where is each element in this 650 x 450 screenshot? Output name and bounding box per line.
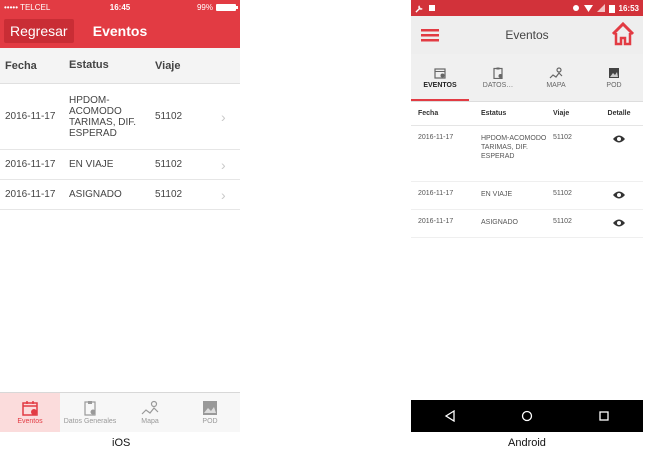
calendar-icon bbox=[22, 401, 38, 416]
android-nav-bar bbox=[411, 400, 643, 432]
row-viaje: 51102 bbox=[553, 190, 572, 197]
battery-icon bbox=[215, 3, 238, 11]
row-estatus: EN VIAJE bbox=[481, 191, 513, 198]
tab-mapa[interactable]: Mapa bbox=[120, 393, 180, 432]
tab-eventos[interactable]: Eventos bbox=[0, 393, 60, 432]
tab-label: Eventos bbox=[17, 418, 43, 425]
image-icon bbox=[203, 401, 217, 415]
battery-percent: 99% bbox=[196, 2, 213, 12]
caption-ios: iOS bbox=[112, 437, 131, 449]
ios-tab-bar: Eventos Datos Generales Mapa POD bbox=[0, 392, 240, 432]
table-row: 2016-11-17 HPDOM-ACOMODO TARIMAS, DIF. E… bbox=[411, 126, 643, 182]
hamburger-menu-icon[interactable] bbox=[421, 28, 439, 42]
status-time: 16:45 bbox=[109, 2, 131, 12]
column-detalle: Detalle bbox=[607, 110, 631, 117]
row-estatus: ASIGNADO bbox=[69, 189, 122, 200]
row-viaje: 51102 bbox=[553, 134, 572, 141]
android-status-bar: 16:53 bbox=[411, 0, 643, 16]
table-header: Fecha Estatus Viaje bbox=[0, 48, 240, 84]
eye-icon[interactable] bbox=[612, 134, 626, 144]
table-row[interactable]: 2016-11-17 HPDOM-ACOMODO TARIMAS, DIF. E… bbox=[0, 84, 240, 150]
tab-label: POD bbox=[202, 418, 218, 425]
eye-icon[interactable] bbox=[612, 218, 626, 228]
column-viaje: Viaje bbox=[553, 110, 570, 117]
back-button[interactable]: Regresar bbox=[4, 19, 74, 43]
page-title: Eventos bbox=[505, 28, 549, 42]
tab-datos-generales[interactable]: Datos Generales bbox=[60, 393, 120, 432]
row-estatus: HPDOM-ACOMODO TARIMAS, DIF. ESPERAD bbox=[69, 94, 137, 139]
table-row: 2016-11-17 EN VIAJE 51102 bbox=[411, 182, 643, 210]
map-icon bbox=[141, 400, 159, 415]
tab-pod[interactable]: POD bbox=[180, 393, 240, 432]
row-estatus: EN VIAJE bbox=[69, 159, 114, 170]
row-viaje: 51102 bbox=[553, 218, 572, 225]
caption-android: Android bbox=[508, 437, 546, 449]
row-viaje: 51102 bbox=[155, 111, 183, 122]
image-icon bbox=[609, 67, 619, 78]
column-estatus: Estatus bbox=[481, 110, 507, 117]
column-fecha: Fecha bbox=[5, 59, 37, 72]
android-tab-bar: EVENTOS DATOS… MAPA POD bbox=[411, 54, 643, 102]
row-viaje: 51102 bbox=[155, 189, 183, 200]
row-fecha: 2016-11-17 bbox=[5, 189, 56, 200]
android-toolbar: Eventos bbox=[411, 16, 643, 54]
notification-icon bbox=[429, 5, 435, 11]
row-fecha: 2016-11-17 bbox=[418, 190, 454, 197]
android-screen: 16:53 Eventos EVENTOS DATOS… MAPA POD Fe… bbox=[411, 0, 643, 432]
back-nav-icon[interactable] bbox=[444, 410, 456, 422]
ios-screen: ••••• TELCEL 16:45 99% Regresar Eventos … bbox=[0, 0, 240, 432]
row-estatus: HPDOM-ACOMODO TARIMAS, DIF. ESPERAD bbox=[481, 135, 547, 160]
vibrate-icon bbox=[572, 5, 579, 11]
column-viaje: Viaje bbox=[155, 59, 181, 72]
tab-mapa[interactable]: MAPA bbox=[527, 54, 585, 101]
table-row[interactable]: 2016-11-17 ASIGNADO 51102 › bbox=[0, 180, 240, 210]
ios-status-bar: ••••• TELCEL 16:45 99% bbox=[0, 0, 240, 14]
column-fecha: Fecha bbox=[418, 110, 439, 117]
wrench-icon bbox=[415, 4, 423, 13]
tab-label: POD bbox=[606, 81, 622, 89]
table-row: 2016-11-17 ASIGNADO 51102 bbox=[411, 210, 643, 238]
table-row[interactable]: 2016-11-17 EN VIAJE 51102 › bbox=[0, 150, 240, 180]
row-fecha: 2016-11-17 bbox=[418, 134, 454, 141]
tab-pod[interactable]: POD bbox=[585, 54, 643, 101]
clipboard-icon bbox=[493, 67, 503, 79]
table-header: Fecha Estatus Viaje Detalle bbox=[411, 102, 643, 126]
signal-icon bbox=[596, 4, 605, 12]
tab-label: EVENTOS bbox=[423, 81, 457, 89]
battery-icon bbox=[608, 4, 615, 13]
ios-nav-bar: Regresar Eventos bbox=[0, 14, 240, 48]
clipboard-icon bbox=[84, 401, 96, 416]
row-estatus: ASIGNADO bbox=[481, 219, 518, 226]
home-icon[interactable] bbox=[611, 22, 635, 46]
tab-eventos[interactable]: EVENTOS bbox=[411, 54, 469, 101]
column-estatus: Estatus bbox=[69, 59, 109, 71]
row-fecha: 2016-11-17 bbox=[418, 218, 454, 225]
tab-datos[interactable]: DATOS… bbox=[469, 54, 527, 101]
chevron-right-icon: › bbox=[221, 108, 226, 125]
status-time: 16:53 bbox=[618, 3, 639, 13]
chevron-right-icon: › bbox=[221, 186, 226, 203]
tab-label: DATOS… bbox=[482, 81, 514, 89]
tab-label: Mapa bbox=[141, 418, 159, 425]
home-nav-icon[interactable] bbox=[521, 410, 533, 422]
wifi-icon bbox=[583, 5, 593, 12]
tab-label: Datos Generales bbox=[63, 418, 117, 425]
row-fecha: 2016-11-17 bbox=[5, 111, 56, 122]
map-icon bbox=[549, 66, 563, 78]
row-viaje: 51102 bbox=[155, 159, 183, 170]
eye-icon[interactable] bbox=[612, 190, 626, 200]
chevron-right-icon: › bbox=[221, 156, 226, 173]
tab-label: MAPA bbox=[546, 81, 566, 89]
row-fecha: 2016-11-17 bbox=[5, 159, 56, 170]
calendar-icon bbox=[434, 67, 446, 79]
carrier-label: ••••• TELCEL bbox=[4, 2, 51, 12]
recents-nav-icon[interactable] bbox=[598, 410, 610, 422]
